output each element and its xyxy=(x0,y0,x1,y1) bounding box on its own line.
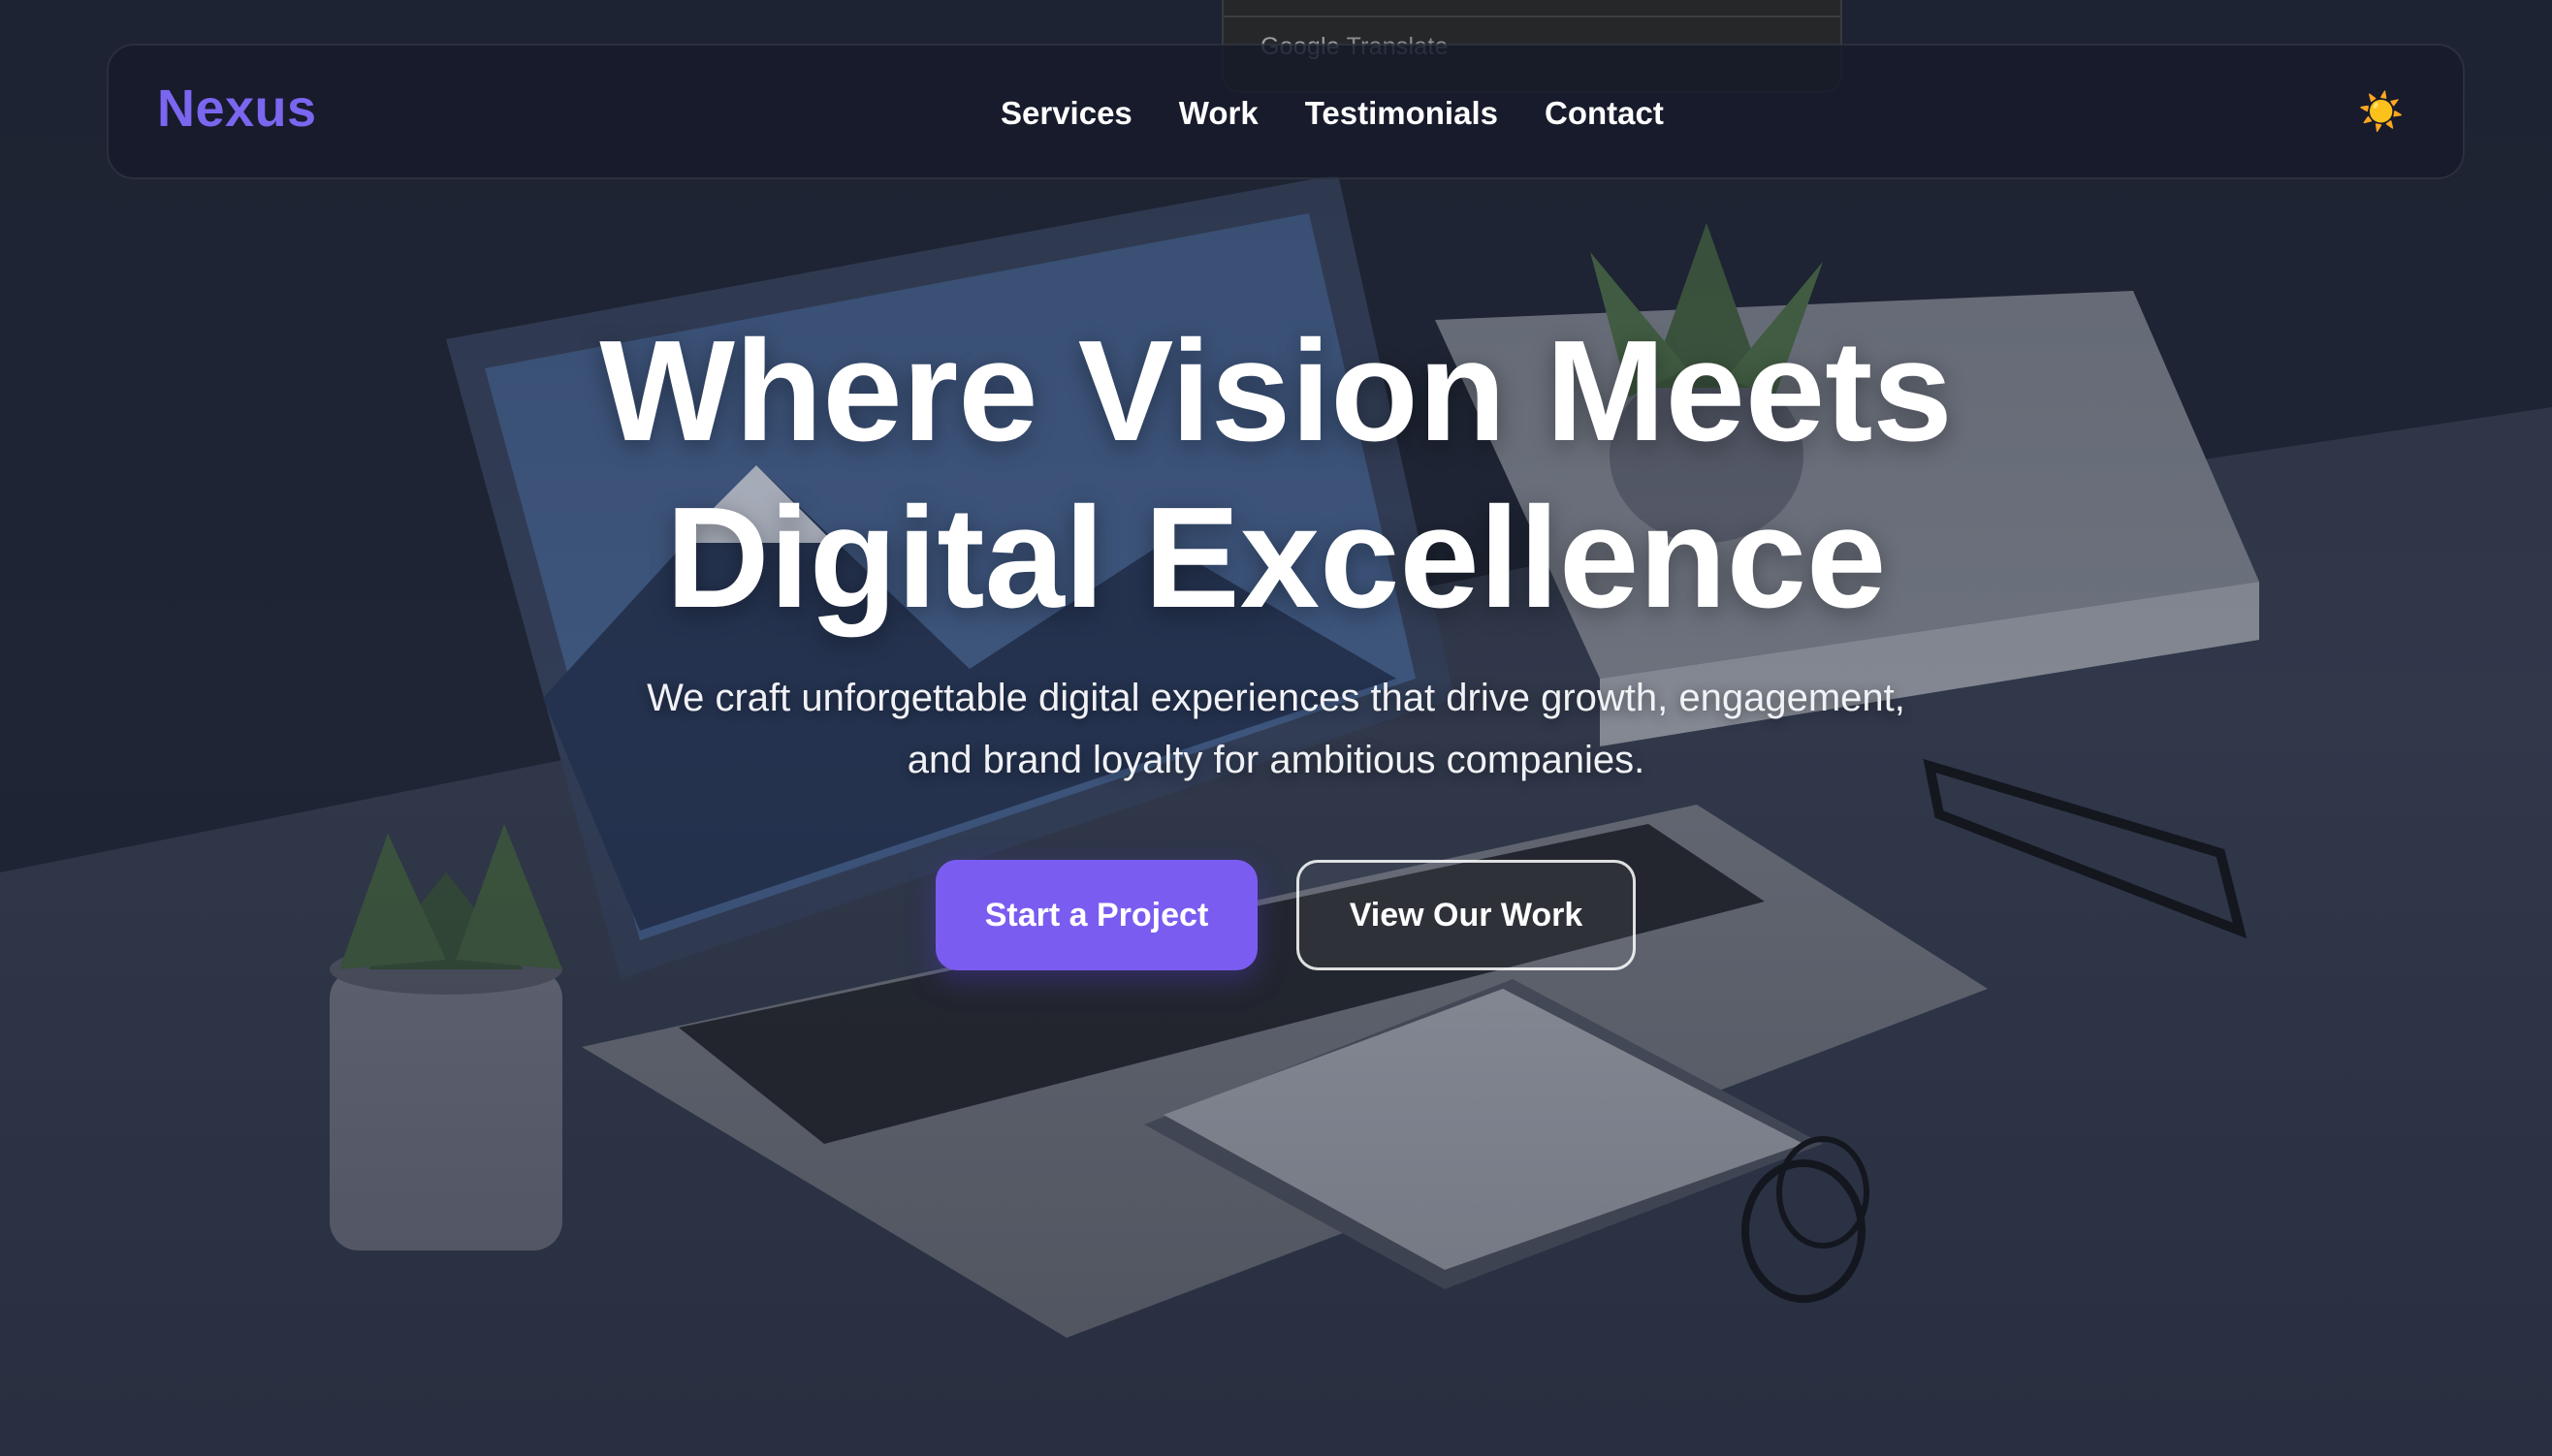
hero-headline: Where Vision Meets Digital Excellence xyxy=(0,308,2552,642)
translate-bar-divider xyxy=(1224,16,1840,17)
nav-link-testimonials[interactable]: Testimonials xyxy=(1305,95,1498,132)
nav-link-work[interactable]: Work xyxy=(1179,95,1259,132)
nav-menu: Services Work Testimonials Contact xyxy=(1001,46,1710,181)
headline-line-1: Where Vision Meets xyxy=(599,311,1953,471)
hero-subtitle: We craft unforgettable digital experienc… xyxy=(0,667,2552,791)
top-navbar: Nexus Services Work Testimonials Contact… xyxy=(107,44,2465,179)
start-project-button[interactable]: Start a Project xyxy=(936,860,1258,970)
nav-link-services[interactable]: Services xyxy=(1001,95,1132,132)
brand-logo[interactable]: Nexus xyxy=(157,79,317,139)
subtitle-line-1: We craft unforgettable digital experienc… xyxy=(647,677,1905,719)
nav-link-contact[interactable]: Contact xyxy=(1545,95,1664,132)
subtitle-line-2: and brand loyalty for ambitious companie… xyxy=(907,739,1645,781)
sun-icon: ☀️ xyxy=(2358,92,2405,133)
headline-line-2: Digital Excellence xyxy=(665,478,1887,638)
theme-toggle-button[interactable]: ☀️ xyxy=(2356,87,2407,138)
view-work-button[interactable]: View Our Work xyxy=(1296,860,1636,970)
